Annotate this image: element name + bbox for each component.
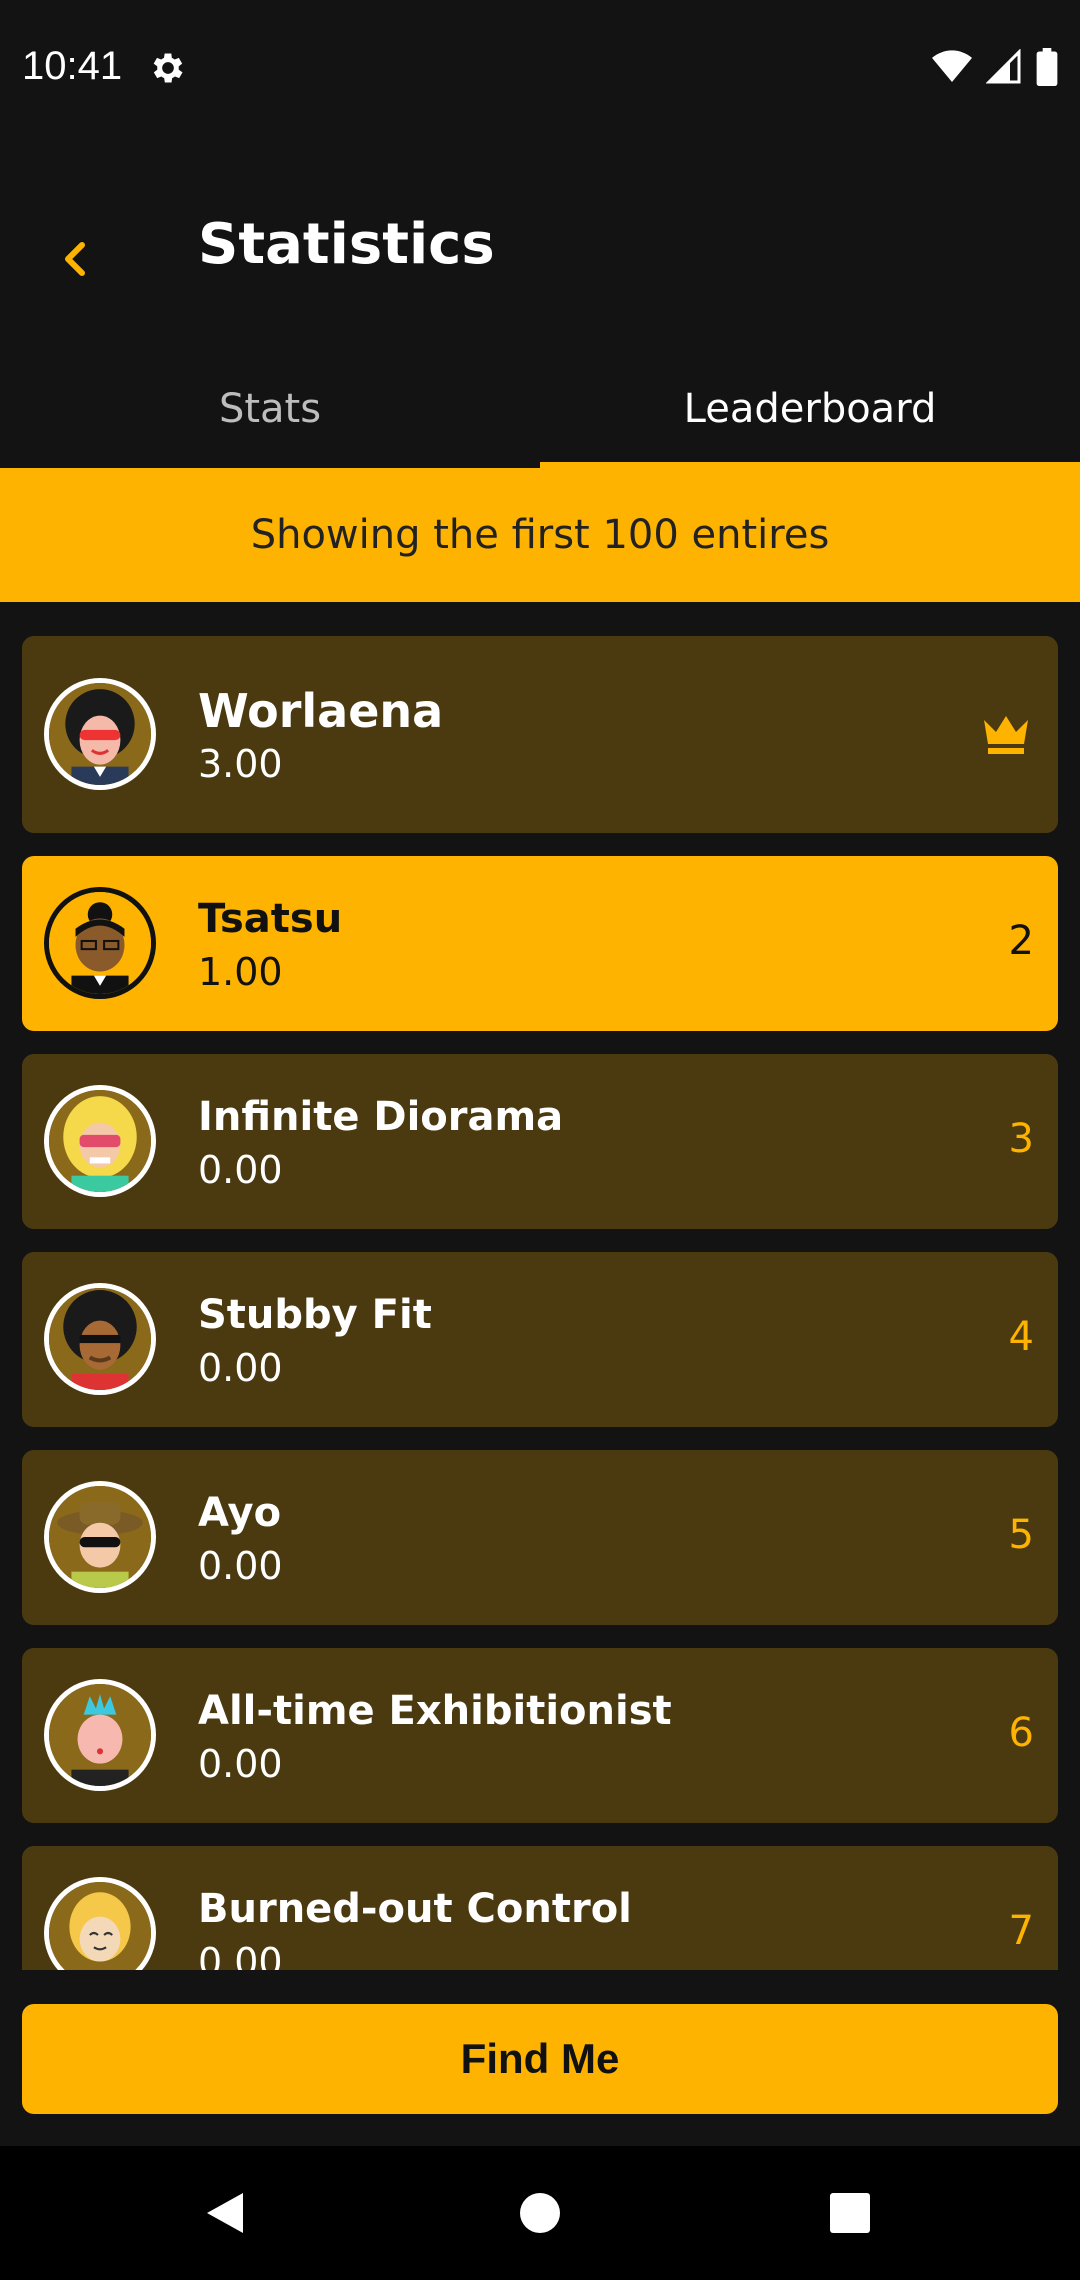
status-bar: 10:41: [0, 0, 1080, 132]
circle-home-icon: [520, 2193, 560, 2233]
avatar: [44, 1877, 156, 1970]
player-rank: 7: [1008, 1908, 1034, 1954]
avatar: [44, 887, 156, 999]
app-screen: 10:41 Statistics Stats Leaderboard Showi…: [0, 0, 1080, 2280]
tab-leaderboard[interactable]: Leaderboard: [540, 350, 1080, 468]
signal-icon: [986, 49, 1021, 84]
player-name: Infinite Diorama: [198, 1094, 564, 1140]
leaderboard-item-current-user[interactable]: Tsatsu 1.00 2: [22, 856, 1058, 1031]
back-button[interactable]: [40, 224, 110, 294]
page-title: Statistics: [198, 212, 495, 277]
nav-home-button[interactable]: [507, 2180, 573, 2246]
square-recents-icon: [830, 2193, 870, 2233]
player-name: Ayo: [198, 1490, 282, 1536]
crown-icon: [984, 716, 1028, 754]
nav-recents-button[interactable]: [817, 2180, 883, 2246]
leaderboard-item[interactable]: Infinite Diorama 0.00 3: [22, 1054, 1058, 1229]
player-score: 0.00: [198, 1148, 283, 1192]
triangle-back-icon: [207, 2193, 243, 2233]
status-time: 10:41: [22, 44, 123, 88]
leaderboard-item[interactable]: Burned-out Control 0.00 7: [22, 1846, 1058, 1970]
leaderboard-list[interactable]: Worlaena 3.00 Tsatsu 1.00 2 Infinite Dio…: [0, 602, 1080, 1970]
leaderboard-item[interactable]: Stubby Fit 0.00 4: [22, 1252, 1058, 1427]
player-score: 1.00: [198, 950, 283, 994]
nav-back-button[interactable]: [192, 2180, 258, 2246]
system-nav-bar: [0, 2146, 1080, 2280]
leaderboard-item[interactable]: All-time Exhibitionist 0.00 6: [22, 1648, 1058, 1823]
player-rank: 2: [1008, 918, 1034, 964]
avatar: [44, 678, 156, 790]
player-name: Worlaena: [198, 684, 444, 738]
avatar: [44, 1283, 156, 1395]
avatar: [44, 1679, 156, 1791]
player-score: 0.00: [198, 1742, 283, 1786]
wifi-icon: [932, 50, 972, 82]
gear-icon: [153, 53, 183, 83]
player-score: 0.00: [198, 1544, 283, 1588]
player-name: Stubby Fit: [198, 1292, 432, 1338]
player-rank: 3: [1008, 1116, 1034, 1162]
player-score: 0.00: [198, 1346, 283, 1390]
leaderboard-item[interactable]: Worlaena 3.00: [22, 636, 1058, 833]
player-name: All-time Exhibitionist: [198, 1688, 672, 1734]
avatar: [44, 1085, 156, 1197]
avatar: [44, 1481, 156, 1593]
player-rank: 4: [1008, 1314, 1034, 1360]
chevron-left-icon: [65, 242, 85, 276]
player-name: Tsatsu: [198, 896, 343, 942]
tab-bar: Stats Leaderboard: [0, 350, 1080, 468]
app-bar: Statistics: [0, 132, 1080, 362]
tab-stats[interactable]: Stats: [0, 350, 540, 468]
leaderboard-item[interactable]: Ayo 0.00 5: [22, 1450, 1058, 1625]
player-score: 3.00: [198, 742, 283, 786]
player-rank: 5: [1008, 1512, 1034, 1558]
find-me-button[interactable]: Find Me: [22, 2004, 1058, 2114]
battery-icon: [1036, 48, 1058, 86]
player-name: Burned-out Control: [198, 1886, 632, 1932]
player-score: 0.00: [198, 1940, 283, 1970]
entries-banner: Showing the first 100 entires: [0, 468, 1080, 602]
status-icons: [932, 46, 1058, 88]
player-rank: 6: [1008, 1710, 1034, 1756]
